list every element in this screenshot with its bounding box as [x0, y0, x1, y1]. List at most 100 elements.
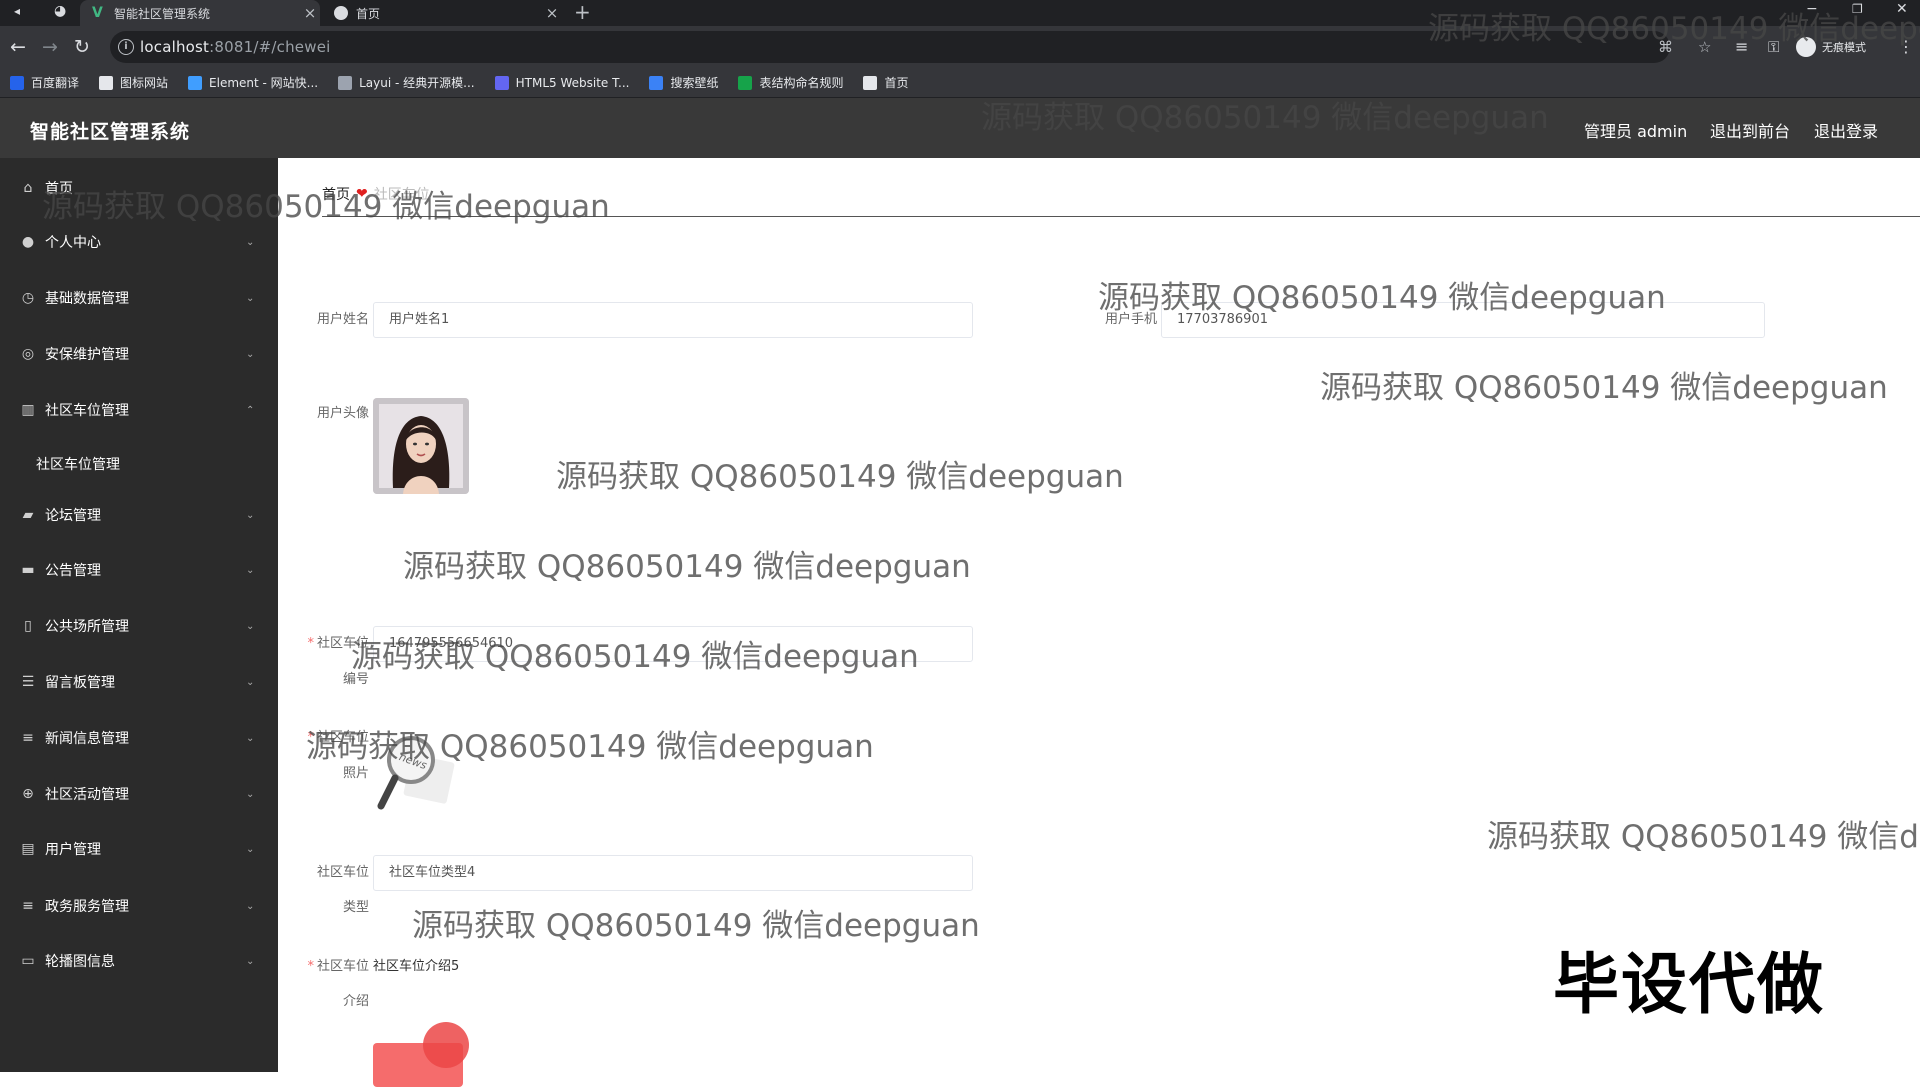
sidebar-item[interactable]: ▭ 轮播图信息 ⌄	[0, 943, 278, 979]
sidebar-item-label: 个人中心	[45, 235, 101, 251]
reload-icon[interactable]: ↻	[74, 26, 90, 68]
tab-home[interactable]: 首页 ×	[322, 0, 562, 26]
minimize-icon[interactable]: −	[1806, 0, 1818, 20]
sidebar-item[interactable]: ≡ 新闻信息管理 ⌄	[0, 720, 278, 756]
chevron-down-icon: ⌄	[246, 292, 255, 304]
user-name-label: 用户姓名	[316, 312, 369, 327]
user-phone-input[interactable]: 17703786901	[1161, 302, 1765, 338]
restore-icon[interactable]: ❐	[1852, 0, 1863, 20]
spot-type-label: 社区车位	[316, 865, 369, 880]
incognito-indicator[interactable]: 无痕模式	[1796, 32, 1866, 62]
spot-photo-label-2: 照片	[342, 766, 369, 781]
chevron-down-icon: ⌄	[246, 236, 255, 248]
sidebar-item[interactable]: ▤ 用户管理 ⌄	[0, 831, 278, 867]
spot-type-select[interactable]: 社区车位类型4	[373, 855, 973, 891]
app-title: 智能社区管理系统	[30, 121, 191, 143]
click-indicator	[423, 1022, 469, 1068]
sidebar-item[interactable]: ● 个人中心 ⌄	[0, 224, 278, 260]
bookmark-label: 图标网站	[120, 76, 169, 90]
bookmark-item[interactable]: 表结构命名规则	[738, 74, 843, 91]
bookmark-item[interactable]: 图标网站	[99, 74, 168, 91]
spot-code-input[interactable]: 1647955566546​10	[373, 626, 973, 662]
tab-title: 首页	[356, 6, 381, 21]
new-tab-button[interactable]: +	[574, 0, 591, 26]
bookmark-item[interactable]: Layui - 经典开源模...	[338, 74, 475, 91]
spot-photo-label: * 社区车位	[307, 730, 369, 745]
bookmark-item[interactable]: 百度翻译	[10, 74, 79, 91]
sidebar-item-label: 首页	[45, 181, 73, 197]
bookmark-star-icon[interactable]: ☆	[1698, 38, 1711, 56]
sliders-icon: ☰	[21, 674, 35, 690]
sidebar-item[interactable]: ◎ 安保维护管理 ⌄	[0, 336, 278, 372]
spot-intro-label-2: 介绍	[342, 994, 369, 1009]
user-avatar-image[interactable]	[373, 398, 469, 494]
list-icon: ≡	[22, 730, 34, 746]
translate-icon[interactable]: ⌘	[1658, 38, 1673, 56]
bookmark-label: 首页	[884, 76, 909, 90]
news-magnifier-icon: news	[377, 736, 455, 810]
bookmark-label: HTML5 Website T...	[515, 75, 630, 90]
spot-photo-image[interactable]: news	[373, 724, 473, 824]
brand-watermark: 毕设代做	[1553, 946, 1825, 1023]
vue-logo-icon: V	[92, 5, 103, 21]
chevron-up-icon: ⌃	[246, 404, 255, 416]
browser-toolbar: ← → ↻ i localhost:8081/#/chewei ⌘ ☆ ≡ ⚿ …	[0, 26, 1920, 68]
sidebar-item[interactable]: ▰ 论坛管理 ⌄	[0, 497, 278, 533]
chart-icon: ▥	[21, 402, 35, 418]
sidebar-item[interactable]: ▥ 社区车位管理 ⌃	[0, 392, 278, 428]
chevron-down-icon: ⌄	[246, 509, 255, 521]
sidebar-item[interactable]: ▯ 公共场所管理 ⌄	[0, 608, 278, 644]
tab-smart-community[interactable]: V 智能社区管理系统 ×	[80, 0, 320, 26]
user-icon: ●	[21, 234, 35, 250]
back-icon[interactable]: ←	[10, 26, 26, 68]
globe-icon: ⊕	[22, 786, 34, 802]
message-icon: ▬	[21, 562, 35, 578]
sidebar-item-label: 公告管理	[45, 563, 101, 579]
key-icon[interactable]: ⚿	[1768, 26, 1779, 68]
close-tab-icon[interactable]: ×	[542, 4, 562, 22]
sidebar-item[interactable]: ⌂ 首页	[0, 170, 278, 206]
clock-icon: ◷	[21, 290, 35, 306]
sidebar-item[interactable]: ≡ 政务服务管理 ⌄	[0, 888, 278, 924]
close-window-icon[interactable]: ✕	[1896, 0, 1908, 20]
bookmark-item[interactable]: 搜索壁纸	[649, 74, 718, 91]
sidebar-item-label: 轮播图信息	[45, 954, 115, 970]
bookmark-label: Element - 网站快...	[209, 76, 319, 90]
bookmark-label: 表结构命名规则	[759, 76, 844, 90]
bookmark-item[interactable]: Element - 网站快...	[188, 74, 318, 91]
reading-list-icon[interactable]: ≡	[1735, 26, 1748, 68]
bookmark-item[interactable]: HTML5 Website T...	[494, 75, 630, 90]
sidebar-item[interactable]: ☰ 留言板管理 ⌄	[0, 664, 278, 700]
submenu-item-parking[interactable]: 社区车位管理	[0, 446, 278, 482]
bookmarks-bar: 百度翻译 图标网站 Element - 网站快... Layui - 经典开源模...…	[0, 68, 1920, 98]
app-header: 智能社区管理系统 管理员 admin 退出到前台 退出登录	[0, 98, 1920, 158]
incognito-label: 无痕模式	[1822, 41, 1866, 54]
sidebar-item[interactable]: ▬ 公告管理 ⌄	[0, 552, 278, 588]
close-tab-icon[interactable]: ×	[300, 4, 320, 22]
admin-label: 管理员 admin	[1584, 122, 1688, 141]
breadcrumb-home[interactable]: 首页	[322, 184, 350, 204]
sidebar-item-label: 公共场所管理	[45, 619, 129, 635]
forward-icon[interactable]: →	[42, 26, 58, 68]
spot-code-label-2: 编号	[342, 672, 369, 687]
mobile-icon: ▯	[24, 618, 32, 634]
sidebar-item-label: 用户管理	[45, 842, 101, 858]
exit-to-front-link[interactable]: 退出到前台	[1710, 118, 1790, 142]
sidebar: 社区车位管理 ⌂ 首页 ● 个人中心 ⌄ ◷ 基础数据管理 ⌄ ◎ 安保维护管理 ⌄ ▥ 社区车位管理 ⌃…	[0, 158, 278, 1072]
address-bar[interactable]: i localhost:8081/#/chewei ⌘ ☆	[110, 31, 1711, 63]
sidebar-item[interactable]: ⊕ 社区活动管理 ⌄	[0, 776, 278, 812]
logout-link[interactable]: 退出登录	[1814, 118, 1878, 142]
compass-icon: ◎	[21, 346, 35, 362]
bookmark-item[interactable]: 首页	[863, 74, 909, 91]
browser-menu-icon[interactable]: ⋮	[1898, 26, 1914, 68]
chevron-down-icon: ⌄	[246, 843, 255, 855]
globe-icon	[334, 6, 348, 20]
sidebar-item-label: 论坛管理	[45, 508, 101, 524]
submenu-label: 社区车位管理	[36, 457, 120, 473]
site-info-icon[interactable]: i	[118, 39, 134, 55]
parking-form: 用户姓名 用户姓名1 用户手机 17703786901 用户头像 * 社区车位 编…	[303, 238, 1903, 1087]
bookmark-favicon-icon	[10, 75, 24, 90]
user-name-input[interactable]: 用户姓名1	[373, 302, 973, 338]
sidebar-item-label: 社区活动管理	[45, 787, 129, 803]
sidebar-item[interactable]: ◷ 基础数据管理 ⌄	[0, 280, 278, 316]
